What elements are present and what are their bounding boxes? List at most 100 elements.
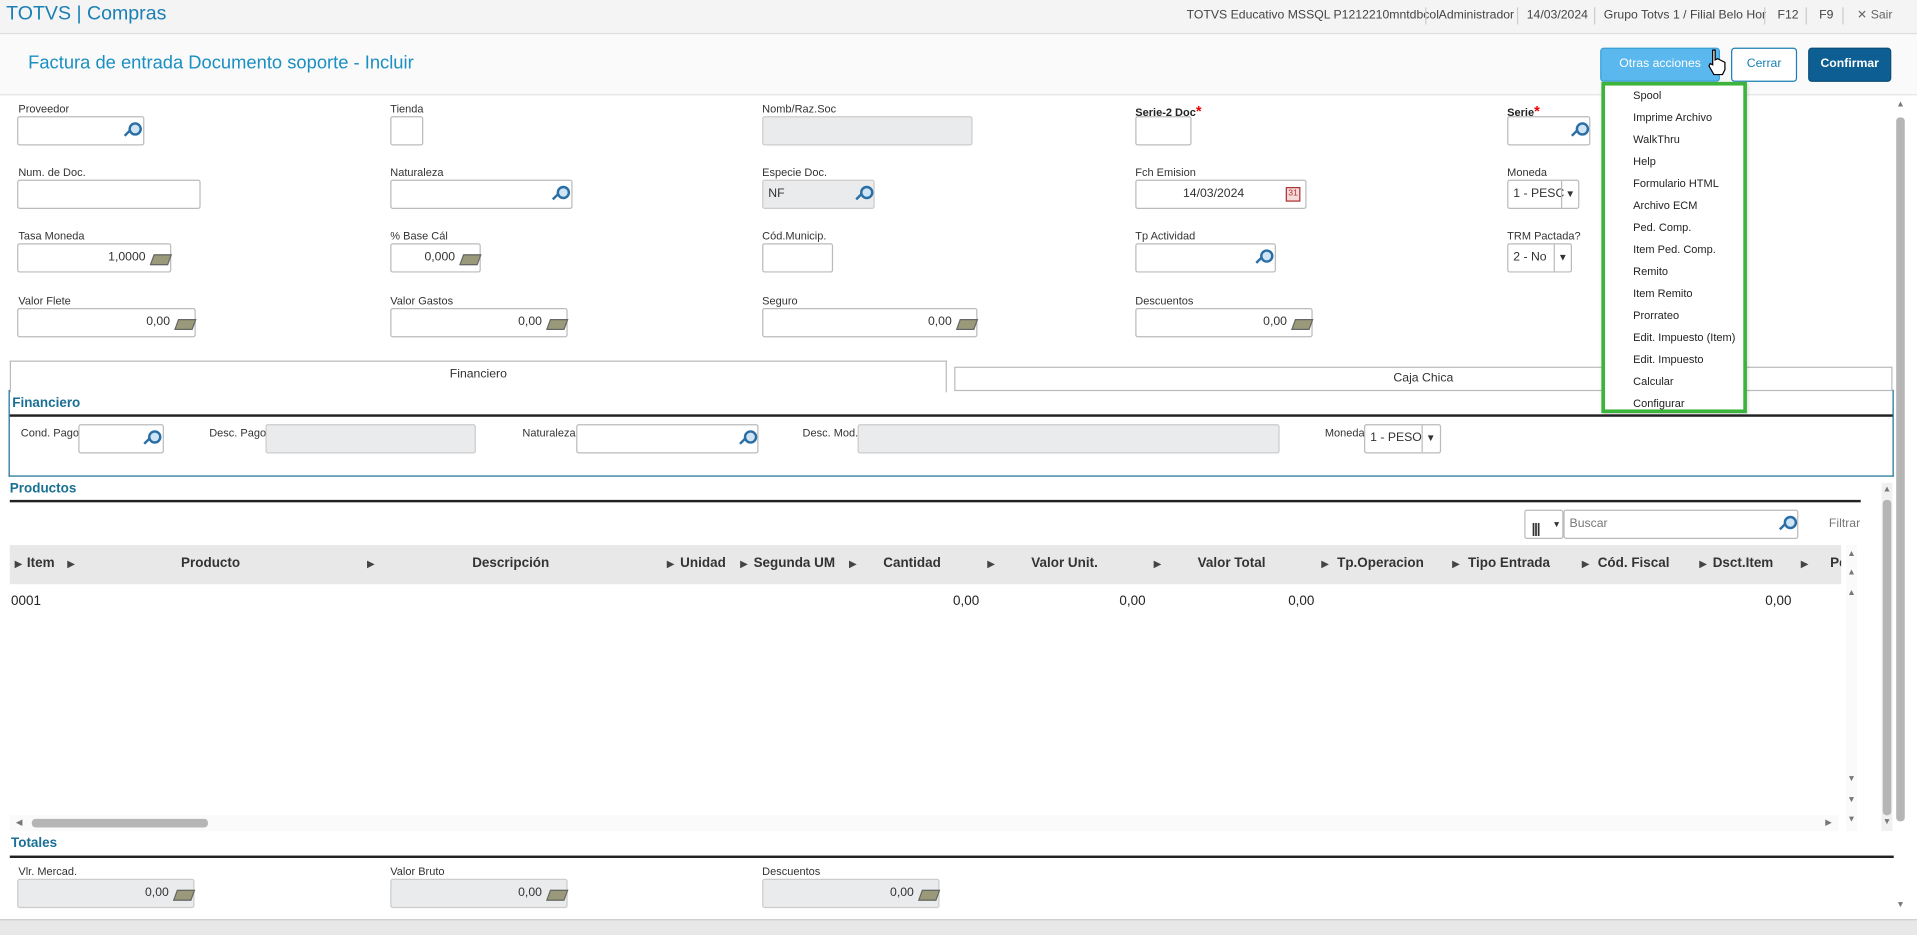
search-icon[interactable] (122, 122, 142, 139)
issue-date-input[interactable]: 14/03/2024 (1135, 179, 1307, 209)
menu-item-edit-impuesto-item[interactable]: Edit. Impuesto (Item) (1633, 331, 1735, 343)
sort-arrow-icon: ▶ (67, 558, 75, 570)
doc-number-input[interactable] (17, 179, 201, 209)
col-cantidad[interactable]: Cantidad (883, 556, 941, 571)
series2-input[interactable] (1135, 116, 1192, 146)
menu-item-item-remito[interactable]: Item Remito (1633, 287, 1692, 299)
freight-input[interactable]: 0,00 (17, 307, 196, 338)
menu-item-ped-comp[interactable]: Ped. Comp. (1633, 221, 1691, 233)
col-item[interactable]: Item (27, 556, 55, 571)
calendar-icon[interactable]: 31 (1285, 186, 1301, 202)
col-dsct-item[interactable]: Dsct.Item (1713, 556, 1774, 571)
tab-caja-chica[interactable]: Caja Chica (954, 366, 1893, 392)
menu-item-help[interactable]: Help (1633, 155, 1656, 167)
currency-icon (548, 887, 566, 899)
sort-arrow-icon: ▶ (1699, 558, 1707, 570)
municipality-label: Cód.Municip. (762, 229, 827, 242)
total-discounts-field: 0,00 (762, 878, 940, 909)
f9-button[interactable]: F9 (1819, 9, 1833, 22)
column-config-button[interactable]: ||| ▼ (1524, 509, 1564, 539)
search-icon[interactable] (1570, 122, 1590, 139)
branch-label[interactable]: Grupo Totvs 1 / Filial Belo Hor (1604, 9, 1766, 22)
grid-vertical-scrollbar[interactable]: ▲ ▲ ▲ ▼ ▼ ▼ (1846, 545, 1858, 832)
menu-item-imprime-archivo[interactable]: Imprime Archivo (1633, 111, 1712, 123)
menu-item-configurar[interactable]: Configurar (1633, 397, 1684, 409)
row-cantidad[interactable]: 0,00 (953, 594, 979, 609)
currency-icon (1293, 317, 1311, 329)
row-item[interactable]: 0001 (11, 594, 41, 609)
search-icon[interactable] (1778, 515, 1798, 533)
discounts-input[interactable]: 0,00 (1135, 307, 1313, 338)
search-icon[interactable] (142, 430, 162, 447)
insurance-label: Seguro (762, 294, 798, 307)
scroll-thumb[interactable] (1882, 499, 1892, 816)
search-icon[interactable] (551, 185, 571, 203)
col-producto[interactable]: Producto (181, 556, 240, 571)
exit-button[interactable]: ✕ Sair (1857, 9, 1892, 22)
menu-item-prorrateo[interactable]: Prorrateo (1633, 309, 1679, 321)
products-scrollbar[interactable]: ▲ ▼ (1881, 482, 1893, 832)
grid-search-input[interactable]: Buscar (1563, 509, 1799, 539)
col-unidad[interactable]: Unidad (680, 556, 726, 571)
sort-arrow-icon: ▶ (14, 558, 23, 570)
col-pe[interactable]: Pe (1830, 556, 1841, 571)
menu-item-calcular[interactable]: Calcular (1633, 375, 1673, 387)
row-valor-unit[interactable]: 0,00 (1119, 594, 1145, 609)
mode-desc-field (857, 424, 1280, 454)
menu-item-spool[interactable]: Spool (1633, 89, 1661, 101)
window-bottom-bar (0, 919, 1917, 935)
insurance-input[interactable]: 0,00 (762, 307, 978, 338)
sort-arrow-icon: ▶ (1581, 558, 1590, 570)
chevron-down-icon[interactable]: ▼ (1560, 180, 1578, 208)
chevron-down-icon[interactable]: ▼ (1421, 425, 1439, 453)
tab-financiero[interactable]: Financiero (9, 360, 947, 393)
col-tp-operacion[interactable]: Tp.Operacion (1337, 556, 1424, 571)
municipality-input[interactable] (762, 243, 834, 273)
col-segunda-um[interactable]: Segunda UM (754, 556, 836, 571)
sort-arrow-icon: ▶ (1321, 558, 1329, 570)
fin-nature-label: Naturaleza (522, 426, 576, 439)
name-field (762, 116, 973, 146)
app-brand: TOTVS | Compras (6, 3, 167, 25)
user-label[interactable]: Administrador (1439, 9, 1514, 22)
col-tipo-entrada[interactable]: Tipo Entrada (1468, 556, 1550, 571)
sort-arrow-icon: ▶ (1800, 558, 1809, 570)
close-icon: ✕ (1857, 8, 1868, 22)
menu-item-remito[interactable]: Remito (1633, 265, 1668, 277)
date-label: 14/03/2024 (1526, 8, 1588, 22)
merch-value-field: 0,00 (17, 878, 195, 909)
f12-button[interactable]: F12 (1778, 9, 1799, 22)
row-valor-total[interactable]: 0,00 (1288, 594, 1314, 609)
scroll-thumb[interactable] (31, 818, 208, 828)
search-icon[interactable] (738, 430, 758, 447)
col-valor-total[interactable]: Valor Total (1198, 556, 1266, 571)
page-scrollbar[interactable]: ▲ ▼ (1894, 97, 1906, 915)
confirm-button[interactable]: Confirmar (1808, 47, 1892, 82)
menu-item-archivo-ecm[interactable]: Archivo ECM (1633, 199, 1697, 211)
menu-item-walkthru[interactable]: WalkThru (1633, 133, 1680, 145)
menu-item-item-ped-comp[interactable]: Item Ped. Comp. (1633, 243, 1716, 255)
close-button[interactable]: Cerrar (1731, 47, 1798, 82)
financial-section-title: Financiero (12, 395, 81, 411)
col-cod-fiscal[interactable]: Cód. Fiscal (1598, 556, 1670, 571)
expenses-input[interactable]: 0,00 (390, 307, 568, 338)
exchange-rate-input[interactable]: 1,0000 (17, 243, 172, 273)
other-actions-button[interactable]: Otras acciones (1600, 47, 1721, 82)
scroll-thumb[interactable] (1896, 117, 1905, 822)
base-percent-label: % Base Cál (390, 229, 448, 242)
menu-item-formulario-html[interactable]: Formulario HTML (1633, 177, 1719, 189)
grid-horizontal-scrollbar[interactable]: ◀ ▶ (9, 815, 1839, 832)
menu-item-edit-impuesto[interactable]: Edit. Impuesto (1633, 353, 1703, 365)
search-icon[interactable] (1254, 249, 1274, 266)
chevron-down-icon[interactable]: ▼ (1553, 244, 1571, 272)
fin-nature-input[interactable] (576, 424, 759, 454)
search-icon[interactable] (854, 185, 874, 203)
col-valor-unit[interactable]: Valor Unit. (1031, 556, 1098, 571)
col-descripcion[interactable]: Descripción (472, 556, 549, 571)
row-dsct-item[interactable]: 0,00 (1765, 594, 1791, 609)
filter-button[interactable]: Filtrar (1829, 517, 1860, 530)
store-input[interactable] (390, 116, 424, 146)
currency-icon (548, 317, 566, 329)
nature-input[interactable] (390, 179, 573, 209)
sort-arrow-icon: ▶ (740, 558, 748, 570)
